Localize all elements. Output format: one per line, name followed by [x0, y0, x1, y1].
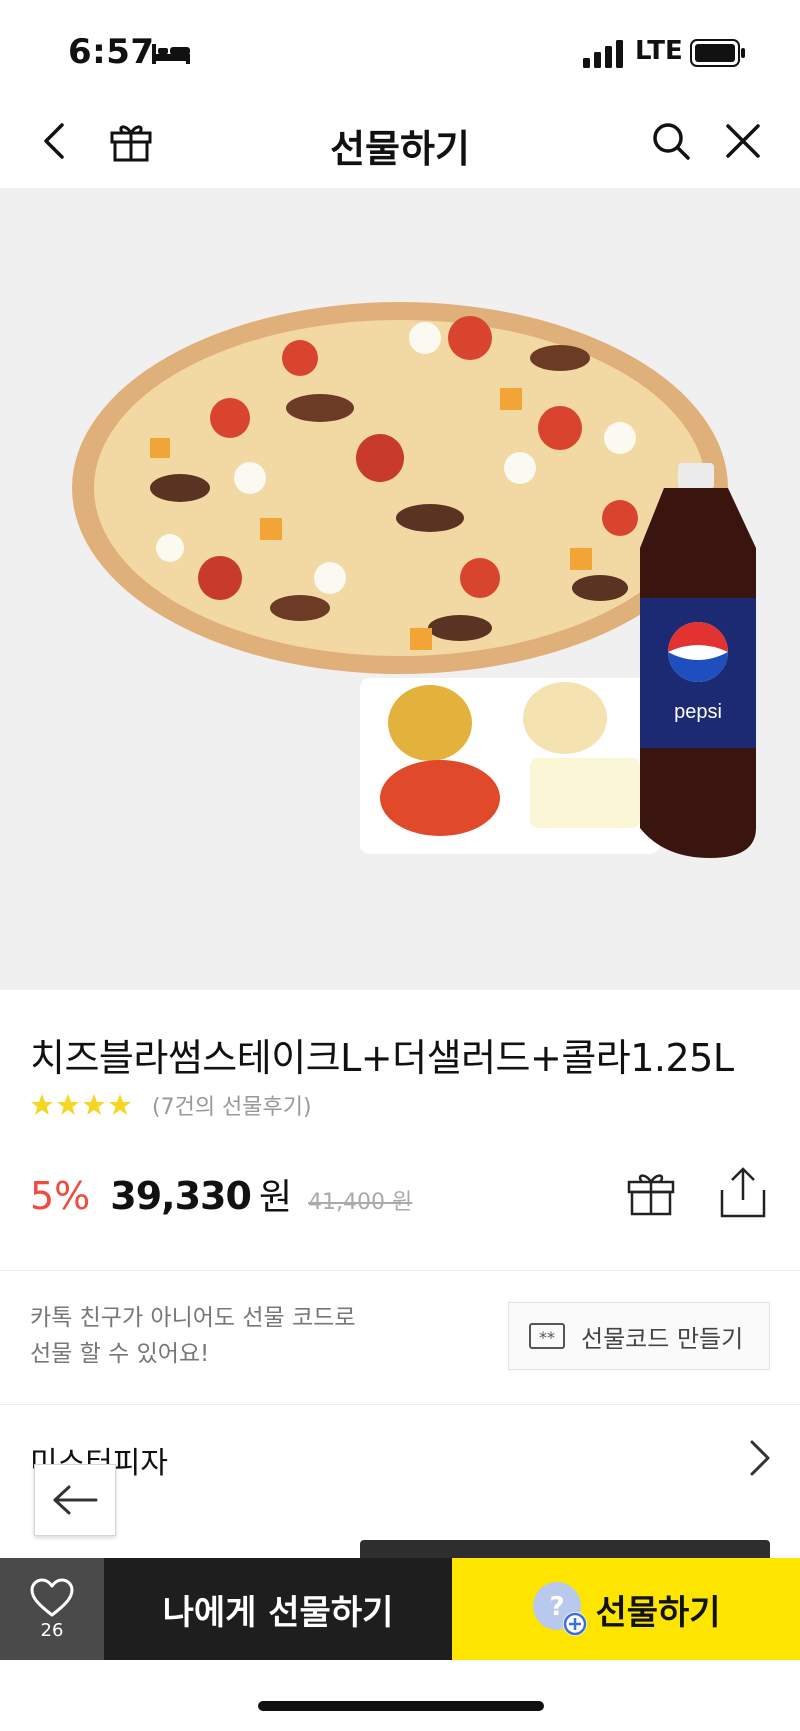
bottom-action-bar: 26 나에게 선물하기 ? 선물하기 [0, 1558, 800, 1660]
status-time: 6:57 [68, 32, 155, 72]
discount-rate: 5% [30, 1174, 91, 1218]
floating-back-button[interactable] [34, 1464, 116, 1536]
signal-bars-icon [583, 40, 623, 68]
star-icon [109, 1094, 131, 1115]
share-icon [720, 1167, 766, 1218]
brand-row[interactable]: 미스터피자 [0, 1404, 800, 1504]
send-gift-button[interactable]: ? 선물하기 [452, 1558, 800, 1660]
potato-salad [523, 682, 607, 754]
price-unit: 원 [258, 1177, 293, 1218]
star-icon [31, 1094, 53, 1115]
wishlist-gift-button[interactable] [626, 1168, 680, 1222]
share-button[interactable] [718, 1166, 772, 1222]
create-gift-code-label: 선물코드 만들기 [581, 1324, 744, 1353]
cola-bottle: pepsi [640, 463, 756, 858]
network-label: LTE [635, 36, 683, 66]
like-button[interactable]: 26 [0, 1558, 104, 1660]
rating-stars [30, 1093, 132, 1117]
pepsi-label: pepsi [674, 701, 722, 723]
corn-salad [388, 685, 472, 761]
bed-icon [152, 44, 190, 64]
arrow-left-icon [53, 1485, 98, 1515]
gift-to-self-label: 나에게 선물하기 [162, 1592, 394, 1633]
like-count: 26 [40, 1619, 64, 1641]
heart-icon [30, 1578, 74, 1616]
rating-row[interactable]: (7건의 선물후기) [30, 1090, 312, 1120]
gift-code-note: 카톡 친구가 아니어도 선물 코드로 선물 할 수 있어요! [30, 1300, 355, 1372]
divider [0, 1270, 800, 1271]
product-image: pepsi [0, 188, 800, 990]
close-button[interactable] [716, 114, 770, 168]
send-gift-label: 선물하기 [595, 1592, 721, 1633]
pickle-side [380, 760, 500, 836]
code-ticket-icon-text: ** [539, 1328, 555, 1347]
product-photo: pepsi [72, 302, 756, 858]
star-icon [57, 1094, 79, 1115]
search-button[interactable] [644, 114, 698, 168]
app-header: 선물하기 [0, 100, 800, 188]
battery-icon [690, 39, 745, 67]
gift-to-self-button[interactable]: 나에게 선물하기 [104, 1558, 452, 1660]
search-icon [653, 123, 690, 160]
status-bar: 6:57 LTE [0, 0, 800, 100]
product-name: 치즈블라썸스테이크L+더샐러드+콜라1.25L [30, 1036, 734, 1080]
create-gift-code-button[interactable]: ** 선물코드 만들기 [508, 1302, 770, 1370]
price-row: 5% 39,330 원 41,400 원 [30, 1168, 412, 1218]
star-icon [83, 1094, 105, 1115]
code-ticket-icon: ** [529, 1323, 565, 1349]
original-price: 41,400 원 [308, 1190, 413, 1215]
home-indicator [258, 1701, 544, 1711]
close-icon [726, 124, 760, 158]
gift-code-note-line2: 선물 할 수 있어요! [30, 1341, 210, 1367]
gift-code-note-line1: 카톡 친구가 아니어도 선물 코드로 [30, 1305, 356, 1331]
gift-icon [627, 1174, 675, 1216]
chevron-right-icon [750, 1440, 770, 1476]
friend-select-icon: ? [533, 1582, 588, 1636]
sale-price: 39,330 [110, 1174, 252, 1218]
svg-text:?: ? [550, 1592, 565, 1622]
partial-hidden-panel [360, 1540, 770, 1560]
review-count[interactable]: (7건의 선물후기) [152, 1089, 312, 1121]
pickled-radish [530, 758, 640, 828]
